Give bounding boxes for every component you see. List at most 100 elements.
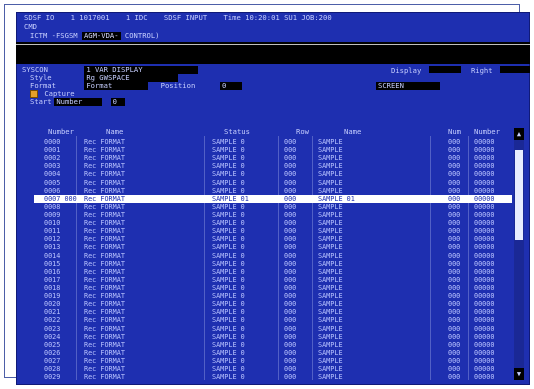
- scroll-thumb[interactable]: [515, 150, 523, 240]
- table-cell: 00000: [474, 243, 495, 252]
- table-row[interactable]: 0014 Rec FORMAT SAMPLE 0 000 SAMPLE 000 00000: [34, 252, 512, 260]
- table-cell: 000: [284, 308, 297, 317]
- table-row[interactable]: 0022 Rec FORMAT SAMPLE 0 000 SAMPLE 000 00000: [34, 316, 512, 324]
- table-cell: 000: [284, 283, 297, 292]
- table-cell: 000: [448, 194, 461, 203]
- table-row[interactable]: 0005 Rec FORMAT SAMPLE 0 000 SAMPLE 000 00000: [34, 179, 512, 187]
- table-row[interactable]: 0007 000 Rec FORMAT SAMPLE 01 000 SAMPLE 01 0…: [34, 194, 512, 203]
- table-cell: 000: [448, 227, 461, 236]
- table-row[interactable]: 0012 Rec FORMAT SAMPLE 0 000 SAMPLE 000 00000: [34, 235, 512, 243]
- table-row[interactable]: 0019 Rec FORMAT SAMPLE 0 000 SAMPLE 000 00000: [34, 292, 512, 300]
- table-cell: SAMPLE: [318, 324, 343, 333]
- table-row[interactable]: 0026 Rec FORMAT SAMPLE 0 000 SAMPLE 000 00000: [34, 349, 512, 357]
- table-row[interactable]: 0011 Rec FORMAT SAMPLE 0 000 SAMPLE 000 00000: [34, 227, 512, 235]
- table-row[interactable]: 0009 Rec FORMAT SAMPLE 0 000 SAMPLE 000 00000: [34, 211, 512, 219]
- table-cell: 000: [284, 267, 297, 276]
- table-row[interactable]: 0000 Rec FORMAT SAMPLE 0 000 SAMPLE 000 00000: [34, 138, 512, 146]
- table-row[interactable]: 0027 Rec FORMAT SAMPLE 0 000 SAMPLE 000 00000: [34, 357, 512, 365]
- scroll-down-icon[interactable]: ▼: [514, 368, 524, 380]
- table-cell: SAMPLE: [318, 365, 343, 374]
- table-row[interactable]: 0024 Rec FORMAT SAMPLE 0 000 SAMPLE 000 00000: [34, 333, 512, 341]
- table-cell: SAMPLE 0: [212, 308, 245, 317]
- table-row[interactable]: 0018 Rec FORMAT SAMPLE 0 000 SAMPLE 000 00000: [34, 284, 512, 292]
- table-row[interactable]: 0001 Rec FORMAT SAMPLE 0 000 SAMPLE 000 00000: [34, 146, 512, 154]
- table-cell: 000: [284, 292, 297, 301]
- table-row[interactable]: 0023 Rec FORMAT SAMPLE 0 000 SAMPLE 000 00000: [34, 325, 512, 333]
- table-cell: SAMPLE 0: [212, 340, 245, 349]
- table-cell: 000: [284, 170, 297, 179]
- header-field: 1 1017001: [70, 13, 110, 22]
- table-cell: 0012: [44, 235, 61, 244]
- table-cell: 00000: [474, 283, 495, 292]
- table-cell: 00000: [474, 332, 495, 341]
- table-cell: Rec FORMAT: [84, 219, 125, 228]
- column-header[interactable]: Status: [224, 128, 250, 136]
- table-row[interactable]: 0002 Rec FORMAT SAMPLE 0 000 SAMPLE 000 00000: [34, 154, 512, 162]
- start-number[interactable]: 0: [110, 98, 125, 106]
- right-field[interactable]: [499, 66, 530, 73]
- command-line[interactable]: ICTM -FSGSM AGM-VDA- CONTROL): [30, 32, 530, 40]
- scroll-up-icon[interactable]: ▲: [514, 128, 524, 140]
- table-row[interactable]: 0025 Rec FORMAT SAMPLE 0 000 SAMPLE 000 00000: [34, 341, 512, 349]
- table-row[interactable]: 0028 Rec FORMAT SAMPLE 0 000 SAMPLE 000 00000: [34, 365, 512, 373]
- table-row[interactable]: 0029 Rec FORMAT SAMPLE 0 000 SAMPLE 000 00000: [34, 373, 512, 381]
- table-row[interactable]: 0004 Rec FORMAT SAMPLE 0 000 SAMPLE 000 00000: [34, 170, 512, 178]
- command-prefix: ICTM -FSGSM: [30, 31, 78, 40]
- table-cell: Rec FORMAT: [84, 138, 125, 146]
- table-row[interactable]: 0020 Rec FORMAT SAMPLE 0 000 SAMPLE 000 00000: [34, 300, 512, 308]
- table-cell: SAMPLE 0: [212, 219, 245, 228]
- table-cell: 00000: [474, 162, 495, 171]
- column-header[interactable]: Num: [448, 128, 461, 136]
- table-cell: 000: [448, 259, 461, 268]
- table-cell: SAMPLE: [318, 267, 343, 276]
- column-header[interactable]: Number: [48, 128, 74, 136]
- table-cell: Rec FORMAT: [84, 243, 125, 252]
- table-row[interactable]: 0021 Rec FORMAT SAMPLE 0 000 SAMPLE 000 00000: [34, 308, 512, 316]
- table-cell: 0005: [44, 178, 61, 187]
- table-row[interactable]: 0006 Rec FORMAT SAMPLE 0 000 SAMPLE 000 00000: [34, 187, 512, 195]
- table-cell: SAMPLE: [318, 316, 343, 325]
- table-cell: 000: [284, 186, 297, 195]
- table-row[interactable]: 0003 Rec FORMAT SAMPLE 0 000 SAMPLE 000 00000: [34, 162, 512, 170]
- table-cell: 000: [448, 356, 461, 365]
- table-cell: 00000: [474, 348, 495, 357]
- table-cell: 000: [448, 186, 461, 195]
- table-cell: 000: [284, 194, 297, 203]
- table-row[interactable]: 0016 Rec FORMAT SAMPLE 0 000 SAMPLE 000 00000: [34, 268, 512, 276]
- table-cell: SAMPLE: [318, 235, 343, 244]
- command-input[interactable]: AGM-VDA-: [81, 32, 121, 40]
- column-header[interactable]: Name: [344, 128, 361, 136]
- table-cell: SAMPLE 0: [212, 283, 245, 292]
- display-field[interactable]: [428, 66, 461, 73]
- table-row[interactable]: 0017 Rec FORMAT SAMPLE 0 000 SAMPLE 000 00000: [34, 276, 512, 284]
- table-row[interactable]: 0015 Rec FORMAT SAMPLE 0 000 SAMPLE 000 00000: [34, 260, 512, 268]
- table-cell: 00000: [474, 308, 495, 317]
- table-cell: SAMPLE 0: [212, 316, 245, 325]
- table-row[interactable]: 0008 Rec FORMAT SAMPLE 0 000 SAMPLE 000 00000: [34, 203, 512, 211]
- table-cell: 00000: [474, 251, 495, 260]
- table-cell: SAMPLE: [318, 308, 343, 317]
- position-field[interactable]: 0: [219, 82, 242, 90]
- table-row[interactable]: 0010 Rec FORMAT SAMPLE 0 000 SAMPLE 000 00000: [34, 219, 512, 227]
- table-cell: SAMPLE: [318, 332, 343, 341]
- format-field[interactable]: Format: [84, 82, 149, 90]
- table-cell: Rec FORMAT: [84, 162, 125, 171]
- table-cell: SAMPLE 01: [318, 194, 355, 203]
- column-header[interactable]: Name: [106, 128, 123, 136]
- terminal-screen: SDSF IO 1 1017001 1 IDC SDSF INPUT Time …: [16, 12, 530, 385]
- table-cell: SAMPLE 0: [212, 251, 245, 260]
- table-cell: SAMPLE: [318, 227, 343, 236]
- table-cell: 0026: [44, 348, 61, 357]
- table-cell: SAMPLE: [318, 210, 343, 219]
- table-cell: Rec FORMAT: [84, 316, 125, 325]
- table-cell: 000: [448, 283, 461, 292]
- start-field[interactable]: Number: [54, 98, 103, 106]
- column-header[interactable]: Row: [296, 128, 309, 136]
- vertical-scrollbar[interactable]: ▲ ▼: [514, 128, 524, 380]
- table-row[interactable]: 0013 Rec FORMAT SAMPLE 0 000 SAMPLE 000 00000: [34, 243, 512, 251]
- table-cell: 000: [284, 178, 297, 187]
- table-cell: SAMPLE: [318, 170, 343, 179]
- command-label: CMD: [24, 22, 37, 31]
- column-header[interactable]: Number: [474, 128, 500, 136]
- table-cell: 00000: [474, 170, 495, 179]
